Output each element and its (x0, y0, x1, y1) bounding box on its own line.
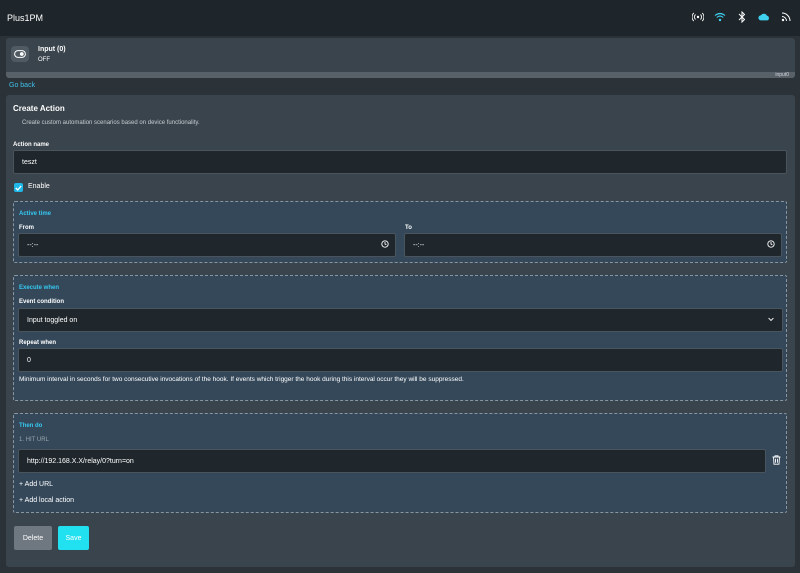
device-card[interactable]: Input (0) OFF input0 (6, 38, 795, 78)
repeat-hint: Minimum interval in seconds for two cons… (19, 376, 464, 383)
hit-url-label: 1. HIT URL (19, 437, 49, 443)
wifi-icon (714, 11, 726, 23)
repeat-when-value: 0 (27, 356, 31, 364)
then-do-title: Then do (19, 423, 43, 429)
url-input[interactable]: http://192.168.X.X/relay/0?turn=on (18, 449, 781, 473)
device-strip-label: input0 (775, 72, 789, 78)
delete-button[interactable]: Delete (14, 526, 52, 550)
radio-signal-icon (692, 11, 704, 23)
url-value: http://192.168.X.X/relay/0?turn=on (27, 457, 134, 465)
cloud-icon (758, 11, 770, 23)
to-time-value: --:-- (413, 241, 425, 249)
repeat-when-label: Repeat when (19, 340, 57, 346)
then-do-section: Then do 1. HIT URL http://192.168.X.X/re… (13, 413, 787, 513)
event-condition-label: Event condition (19, 299, 64, 305)
status-icons (692, 11, 792, 23)
add-url-link[interactable]: + Add URL (19, 481, 53, 488)
clock-icon[interactable] (381, 240, 389, 250)
toggle-icon[interactable] (11, 46, 29, 62)
active-time-section: Active time From --:-- To --:-- (13, 201, 787, 263)
from-time-input[interactable]: --:-- (18, 233, 396, 257)
execute-when-title: Execute when (19, 285, 60, 291)
to-label: To (405, 225, 412, 231)
event-condition-select[interactable]: Input toggled on (18, 308, 783, 332)
top-bar: Plus1PM (0, 0, 800, 36)
from-label: From (19, 225, 34, 231)
app-title: Plus1PM (7, 13, 44, 23)
action-name-value: teszt (22, 158, 37, 166)
bluetooth-icon (736, 11, 748, 23)
enable-checkbox[interactable] (14, 183, 23, 192)
device-strip (6, 72, 795, 78)
from-time-value: --:-- (27, 241, 39, 249)
to-time-input[interactable]: --:-- (404, 233, 782, 257)
device-name: Input (0) (38, 46, 66, 53)
action-name-input[interactable]: teszt (13, 150, 787, 174)
clock-icon[interactable] (767, 240, 775, 250)
create-action-panel: Create Action Create custom automation s… (6, 95, 795, 567)
enable-label: Enable (28, 183, 50, 190)
active-time-title: Active time (19, 211, 52, 217)
trash-icon[interactable] (772, 455, 781, 467)
device-state: OFF (38, 57, 50, 63)
save-button[interactable]: Save (58, 526, 89, 550)
action-name-label: Action name (13, 142, 50, 148)
rss-icon (780, 11, 792, 23)
chevron-down-icon[interactable] (768, 317, 774, 324)
add-local-action-link[interactable]: + Add local action (19, 497, 74, 504)
event-condition-value: Input toggled on (27, 316, 78, 324)
repeat-when-input[interactable]: 0 (18, 348, 783, 372)
go-back-link[interactable]: Go back (9, 82, 35, 89)
page-subtitle: Create custom automation scenarios based… (22, 120, 200, 126)
execute-when-section: Execute when Event condition Input toggl… (13, 275, 787, 401)
page-title: Create Action (13, 104, 65, 113)
